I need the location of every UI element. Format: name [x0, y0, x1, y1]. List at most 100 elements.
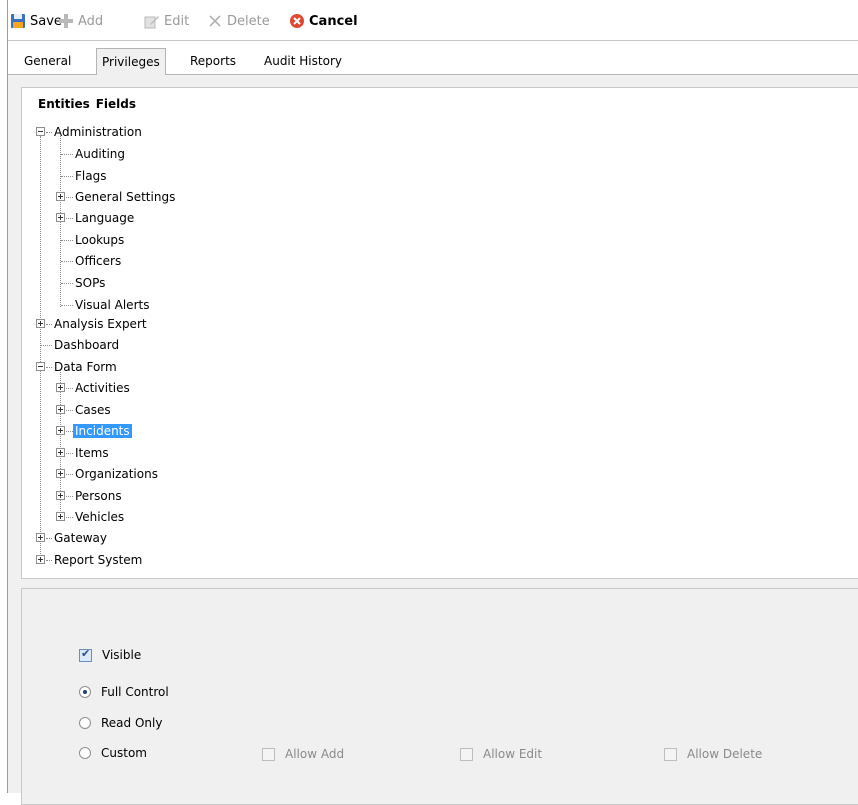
- tree-node-officers[interactable]: Officers: [73, 252, 123, 270]
- privilege-options-panel: Visible Full Control Read Only Custom Al…: [21, 588, 858, 805]
- custom-radio[interactable]: [79, 747, 91, 759]
- tree-node-incidents[interactable]: Incidents: [73, 422, 132, 440]
- tree-node-items[interactable]: Items: [73, 444, 111, 462]
- expand-toggle[interactable]: [56, 192, 65, 201]
- fields-heading: Fields: [95, 97, 137, 111]
- allow-add-checkbox[interactable]: [262, 747, 275, 761]
- expand-toggle[interactable]: [36, 555, 45, 564]
- tree-node-analysis-expert[interactable]: Analysis Expert: [52, 315, 149, 333]
- tree-node-language[interactable]: Language: [73, 209, 136, 227]
- tab-general[interactable]: General: [18, 50, 77, 72]
- visible-label: Visible: [102, 648, 142, 662]
- tree-node-visual-alerts[interactable]: Visual Alerts: [73, 296, 151, 314]
- expand-toggle[interactable]: [56, 491, 65, 500]
- save-icon: [10, 13, 26, 29]
- tab-audit-history[interactable]: Audit History: [258, 50, 348, 72]
- delete-button[interactable]: Delete: [207, 11, 270, 31]
- toolbar-separator: [8, 40, 858, 41]
- tree-line: [66, 474, 73, 475]
- allow-delete-checkbox[interactable]: [664, 747, 677, 761]
- close-icon: [207, 13, 223, 29]
- tree-line: [66, 197, 73, 198]
- read-only-label: Read Only: [101, 716, 163, 730]
- visible-checkbox[interactable]: [79, 647, 92, 662]
- tree-node-persons[interactable]: Persons: [73, 487, 124, 505]
- delete-label: Delete: [227, 13, 270, 29]
- expand-toggle[interactable]: [56, 512, 65, 521]
- tree-node-gateway[interactable]: Gateway: [52, 529, 109, 547]
- collapse-toggle[interactable]: [36, 127, 45, 136]
- tree-line: [61, 154, 73, 155]
- tree-node-activities[interactable]: Activities: [73, 379, 132, 397]
- tree-line: [61, 261, 73, 262]
- full-control-radio-row[interactable]: Full Control: [79, 683, 169, 701]
- plus-icon: [58, 13, 74, 29]
- edit-label: Edit: [164, 13, 190, 29]
- expand-toggle[interactable]: [56, 448, 65, 457]
- custom-label: Custom: [101, 746, 147, 760]
- tree-line: [66, 410, 73, 411]
- tree-node-data-form[interactable]: Data Form: [52, 358, 119, 376]
- read-only-radio-row[interactable]: Read Only: [79, 714, 162, 732]
- selected-node-label: Incidents: [73, 424, 132, 438]
- expand-toggle[interactable]: [36, 533, 45, 542]
- tab-strip: General Privileges Reports Audit History: [8, 46, 858, 75]
- allow-add-label: Allow Add: [285, 747, 345, 761]
- visible-checkbox-row[interactable]: Visible: [79, 646, 141, 664]
- tree-node-administration[interactable]: Administration: [52, 123, 144, 141]
- tree-line: [61, 305, 73, 306]
- privileges-tab-content: Entities Fields Administration Auditing …: [8, 75, 858, 805]
- tree-node-flags[interactable]: Flags: [73, 167, 108, 185]
- tree-line: [66, 431, 73, 432]
- entities-tree-panel: Entities Fields Administration Auditing …: [21, 87, 858, 579]
- tree-line: [66, 388, 73, 389]
- edit-icon: [144, 13, 160, 29]
- tab-reports[interactable]: Reports: [184, 50, 242, 72]
- tree-node-sops[interactable]: SOPs: [73, 274, 107, 292]
- allow-delete-checkbox-row[interactable]: Allow Delete: [664, 745, 762, 763]
- expand-toggle[interactable]: [56, 469, 65, 478]
- expand-toggle[interactable]: [56, 213, 65, 222]
- add-label: Add: [78, 13, 104, 29]
- full-control-label: Full Control: [101, 685, 169, 699]
- tree-node-lookups[interactable]: Lookups: [73, 231, 126, 249]
- save-button[interactable]: Save: [10, 11, 62, 31]
- tree-line: [61, 283, 73, 284]
- entities-heading: Entities: [38, 97, 90, 111]
- tree-line: [61, 240, 73, 241]
- cancel-label: Cancel: [309, 13, 358, 29]
- tree-node-cases[interactable]: Cases: [73, 401, 113, 419]
- tree-line: [66, 218, 73, 219]
- tab-privileges[interactable]: Privileges: [96, 48, 166, 75]
- allow-add-checkbox-row[interactable]: Allow Add: [262, 745, 344, 763]
- tree-heading: Entities Fields: [38, 97, 136, 111]
- tree-line: [66, 453, 73, 454]
- tree-node-vehicles[interactable]: Vehicles: [73, 508, 126, 526]
- allow-edit-label: Allow Edit: [483, 747, 543, 761]
- expand-toggle[interactable]: [56, 383, 65, 392]
- collapse-toggle[interactable]: [36, 362, 45, 371]
- expand-toggle[interactable]: [56, 426, 65, 435]
- allow-delete-label: Allow Delete: [687, 747, 763, 761]
- tree-line: [66, 496, 73, 497]
- cancel-icon: [289, 13, 305, 29]
- add-button[interactable]: Add: [58, 11, 103, 31]
- tree-line: [41, 345, 52, 346]
- expand-toggle[interactable]: [36, 319, 45, 328]
- allow-edit-checkbox-row[interactable]: Allow Edit: [460, 745, 542, 763]
- cancel-button[interactable]: Cancel: [289, 11, 358, 31]
- expand-toggle[interactable]: [56, 405, 65, 414]
- edit-button[interactable]: Edit: [144, 11, 189, 31]
- tree-line: [40, 136, 41, 562]
- tree-node-organizations[interactable]: Organizations: [73, 465, 160, 483]
- allow-edit-checkbox[interactable]: [460, 747, 473, 761]
- toolbar: Save Add Edit Delete Cancel: [8, 0, 858, 40]
- tree-node-report-system[interactable]: Report System: [52, 551, 144, 569]
- tree-node-dashboard[interactable]: Dashboard: [52, 336, 121, 354]
- tree-line: [61, 176, 73, 177]
- custom-radio-row[interactable]: Custom: [79, 744, 147, 762]
- tree-node-auditing[interactable]: Auditing: [73, 145, 127, 163]
- tree-node-general-settings[interactable]: General Settings: [73, 188, 177, 206]
- read-only-radio[interactable]: [79, 717, 91, 729]
- full-control-radio[interactable]: [79, 686, 91, 698]
